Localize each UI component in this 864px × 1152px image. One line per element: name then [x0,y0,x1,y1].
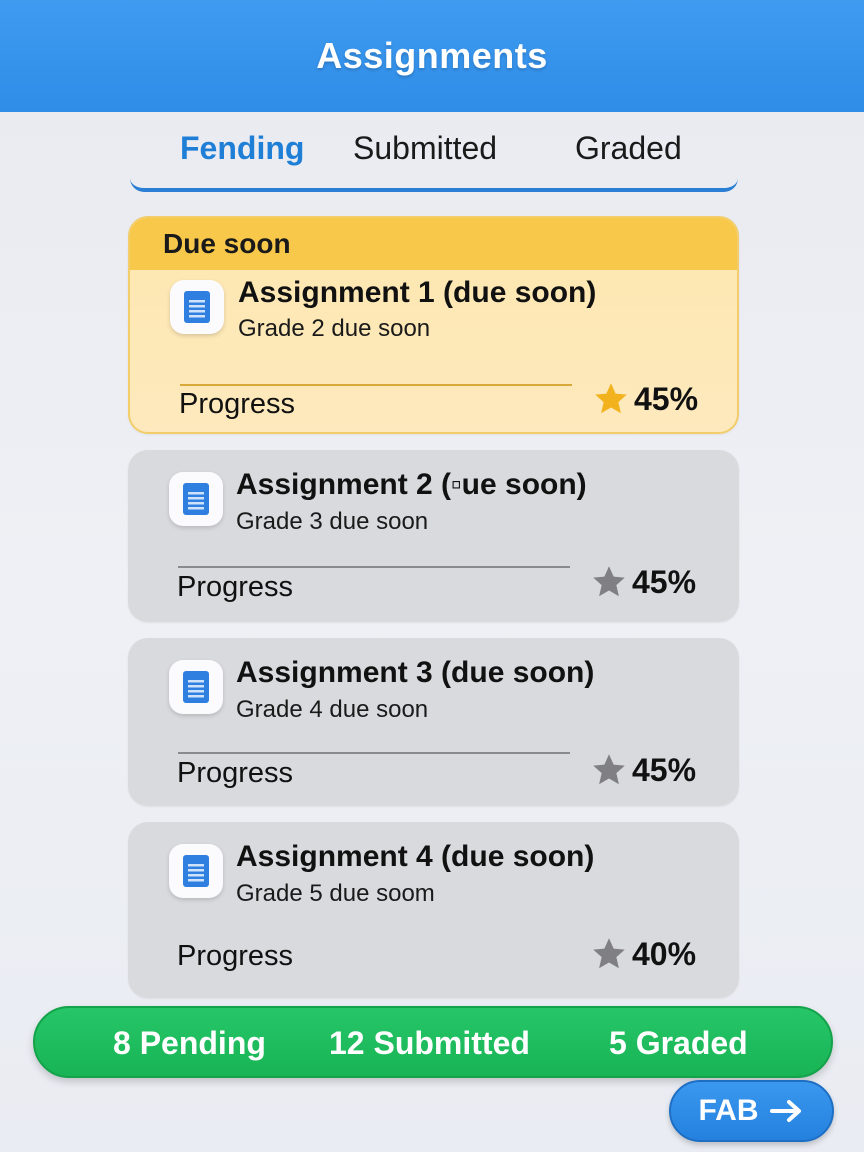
progress-label: Progress [177,757,294,789]
submitted-count[interactable]: 12 Submitted [329,1025,530,1062]
assignment-card-1[interactable]: Due soon Assignment 1 (due soon) Grade 2… [128,216,739,434]
tab-bar: Fending Submitted Graded [130,118,738,192]
star-icon [593,938,625,969]
assignment-subtitle: Grade 5 due soom [236,880,435,907]
stats-bar: 8 Pending 12 Submitted 5 Graded [33,1006,833,1078]
progress-bar [178,752,570,754]
tab-graded[interactable]: Graded [575,130,682,167]
tab-pending[interactable]: Fending [180,130,304,167]
star-icon [595,383,627,414]
pending-count[interactable]: 8 Pending [113,1025,266,1062]
app-bar: Assignments [0,0,864,112]
assignment-card-2[interactable]: Assignment 2 (▫ue soon) Grade 3 due soon… [128,450,739,622]
document-icon [169,844,223,898]
progress-percent: 45% [634,381,699,417]
due-soon-banner: Due soon [130,218,737,270]
assignment-title: Assignment 4 (due soon) [236,840,595,873]
progress-label: Progress [177,571,294,603]
assignment-subtitle: Grade 2 due soon [238,315,431,342]
page-title: Assignments [316,35,548,76]
assignment-subtitle: Grade 4 due soon [236,696,429,723]
progress-label: Progress [179,388,296,420]
document-icon [170,280,224,334]
progress-percent: 40% [632,936,697,972]
tab-submitted[interactable]: Submitted [353,130,497,167]
document-icon [169,660,223,714]
assignment-title: Assignment 3 (due soon) [236,656,595,689]
fab-label: FAB [698,1094,759,1127]
document-icon [169,472,223,526]
star-icon [593,566,625,597]
star-icon [593,754,625,785]
fab-button[interactable]: FAB [669,1080,834,1142]
arrow-right-icon [769,1100,801,1122]
assignment-card-4[interactable]: Assignment 4 (due soon) Grade 5 due soom… [128,822,739,998]
assignment-title: Assignment 1 (due soon) [238,276,597,309]
progress-label: Progress [177,940,294,972]
assignment-subtitle: Grade 3 due soon [236,508,429,535]
assignment-title: Assignment 2 (▫ue soon) [236,468,587,501]
assignment-card-3[interactable]: Assignment 3 (due soon) Grade 4 due soon… [128,638,739,806]
progress-percent: 45% [632,752,697,788]
graded-count[interactable]: 5 Graded [609,1025,748,1062]
progress-percent: 45% [632,564,697,600]
progress-bar [178,566,570,568]
progress-bar [180,384,572,386]
